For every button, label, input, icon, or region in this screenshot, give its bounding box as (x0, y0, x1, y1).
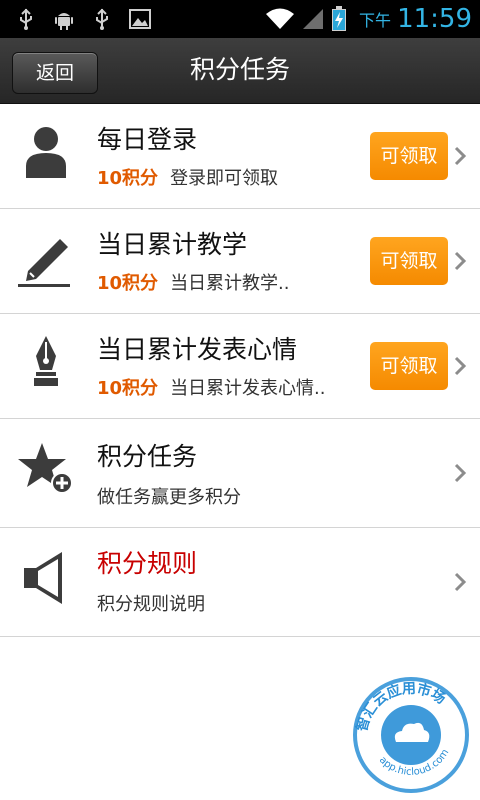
wifi-icon (266, 8, 295, 29)
task-description: 登录即可领取 (170, 168, 279, 189)
task-title: 每日登录 (97, 125, 198, 154)
status-bar: 下午 11:59 (0, 0, 480, 38)
task-description: 当日累计发表心情.. (170, 378, 326, 399)
chevron-right-icon (454, 146, 467, 166)
android-debug-icon (55, 13, 73, 30)
title-bar: 积分任务 返回 (0, 38, 480, 104)
usb-icon (96, 8, 108, 30)
list-item[interactable]: 当日累计发表心情 10积分 当日累计发表心情.. 可领取 (0, 314, 480, 419)
usb-icon (20, 8, 32, 30)
chevron-right-icon (454, 572, 467, 592)
list-item[interactable]: 每日登录 10积分 登录即可领取 可领取 (0, 104, 480, 209)
signal-icon (303, 9, 324, 29)
task-description: 当日累计教学.. (170, 273, 290, 294)
list-item[interactable]: 积分任务 做任务赢更多积分 (0, 419, 480, 528)
list-item[interactable]: 当日累计教学 10积分 当日累计教学.. 可领取 (0, 209, 480, 314)
link-title: 积分任务 (97, 442, 198, 471)
task-title: 当日累计发表心情 (97, 335, 298, 364)
claim-button[interactable]: 可领取 (370, 237, 448, 285)
task-list: 每日登录 10积分 登录即可领取 可领取 当日累计教学 10积分 当日累计教学.. … (0, 104, 480, 637)
claim-button[interactable]: 可领取 (370, 342, 448, 390)
link-title: 积分规则 (97, 549, 198, 578)
task-title: 当日累计教学 (97, 230, 248, 259)
fountain-pen-icon (34, 336, 58, 386)
points-label: 10积分 (97, 168, 159, 189)
claim-button[interactable]: 可领取 (370, 132, 448, 180)
speaker-icon (24, 552, 62, 604)
points-label: 10积分 (97, 378, 159, 399)
task-subtitle: 10积分 当日累计发表心情.. (97, 374, 326, 400)
task-subtitle: 10积分 当日累计教学.. (97, 269, 290, 295)
chevron-right-icon (454, 251, 467, 271)
task-subtitle: 10积分 登录即可领取 (97, 164, 278, 190)
battery-charging-icon (332, 6, 347, 31)
chevron-right-icon (454, 463, 467, 483)
chevron-right-icon (454, 356, 467, 376)
hicloud-watermark-logo: 智汇云应用市场 app.hicloud.com (353, 677, 469, 793)
pencil-icon (18, 239, 70, 287)
star-add-icon (18, 443, 73, 494)
back-button[interactable]: 返回 (12, 52, 98, 94)
user-icon (26, 127, 66, 178)
link-description: 做任务赢更多积分 (97, 487, 241, 508)
points-label: 10积分 (97, 273, 159, 294)
link-description: 积分规则说明 (97, 594, 205, 615)
image-icon (129, 9, 151, 29)
clock-time: 11:59 (397, 4, 472, 34)
clock-ampm: 下午 (359, 11, 392, 30)
list-item[interactable]: 积分规则 积分规则说明 (0, 528, 480, 637)
